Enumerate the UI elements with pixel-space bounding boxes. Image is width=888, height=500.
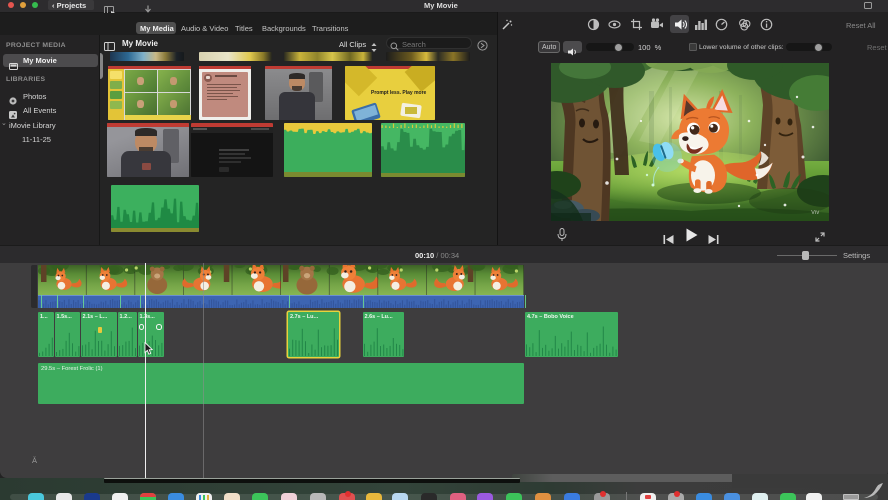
svg-text:Viv: Viv [811, 210, 819, 216]
